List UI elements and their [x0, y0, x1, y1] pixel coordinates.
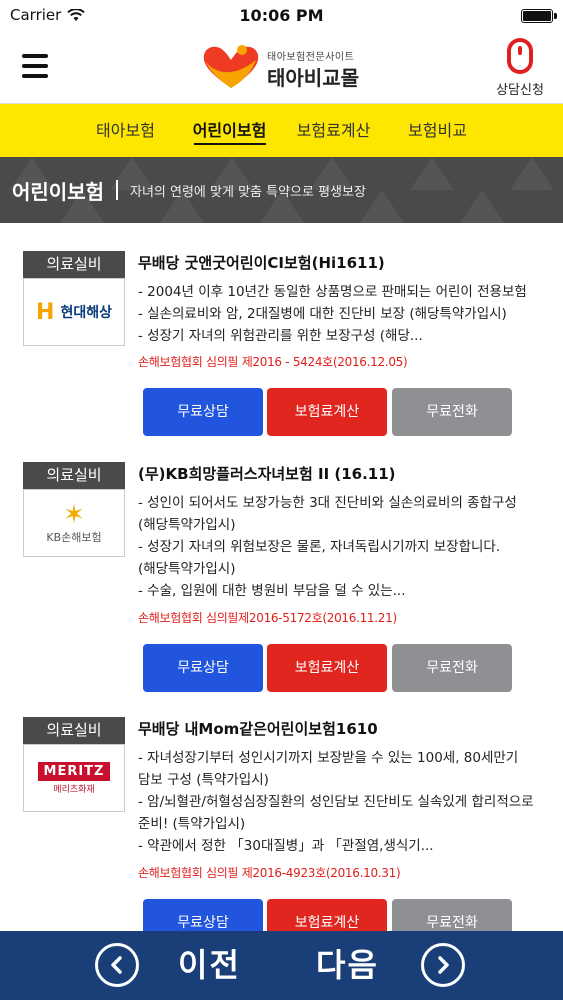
- status-bar: Carrier 10:06 PM: [0, 0, 563, 30]
- free-call-button[interactable]: 무료전화: [392, 644, 512, 692]
- chevron-right-icon: [438, 956, 449, 974]
- insurer-subname: 메리츠화재: [53, 784, 95, 795]
- free-consult-button[interactable]: 무료상담: [143, 644, 263, 692]
- carrier-label: Carrier: [10, 6, 62, 24]
- description-line: - 성장기 자녀의 위험관리를 위한 보장구성 (해당...: [138, 328, 423, 344]
- product-title[interactable]: 무배당 굿앤굿어린이CI보험(Hi1611): [138, 252, 385, 273]
- section-title: 어린이보험: [12, 179, 104, 204]
- mouse-icon: [507, 38, 533, 74]
- description-line: - 실손의료비와 암, 2대질병에 대한 진단비 보장 (해당특약가입시): [138, 306, 507, 322]
- free-consult-button[interactable]: 무료상담: [143, 388, 263, 436]
- bottom-navigation: 이전 다음: [0, 931, 563, 1000]
- category-badge: 의료실비: [23, 717, 125, 744]
- tab-fetal-insurance[interactable]: 태아보험: [74, 104, 178, 157]
- wifi-icon: [67, 8, 86, 21]
- category-badge: 의료실비: [23, 251, 125, 278]
- product-description: - 성인이 되어서도 보장가능한 3대 진단비와 실손의료비의 종합구성 (해당…: [138, 492, 543, 602]
- carrier-info: Carrier: [10, 6, 86, 24]
- category-badge: 의료실비: [23, 462, 125, 489]
- divider: [116, 180, 118, 200]
- product-title[interactable]: 무배당 내Mom같은어린이보험1610: [138, 718, 378, 739]
- review-number: 손해보험협회 심의필 제2016-4923호(2016.10.31): [138, 866, 401, 880]
- insurer-logo: ✶ KB손해보험: [23, 489, 125, 557]
- tab-child-insurance[interactable]: 어린이보험: [178, 104, 282, 157]
- category-tabs: 태아보험 어린이보험 보험료계산 보험비교: [0, 104, 563, 157]
- insurer-logo: H 현대해상: [23, 278, 125, 346]
- insurer-name: 현대해상: [60, 305, 112, 321]
- consult-request-label: 상담신청: [496, 83, 544, 98]
- kb-star-icon: ✶: [63, 500, 85, 530]
- consult-request-button[interactable]: 상담신청: [491, 38, 549, 100]
- tab-compare[interactable]: 보험비교: [386, 104, 490, 157]
- chevron-left-icon: [111, 956, 122, 974]
- next-button[interactable]: [421, 943, 465, 987]
- product-description: - 2004년 이후 10년간 동일한 상품명으로 판매되는 어린이 전용보험 …: [138, 281, 543, 347]
- product-description: - 자녀성장기부터 성인시기까지 보장받을 수 있는 100세, 80세만기 담…: [138, 747, 543, 857]
- premium-calc-button[interactable]: 보험료계산: [267, 388, 387, 436]
- tab-premium-calc[interactable]: 보험료계산: [282, 104, 386, 157]
- section-description: 자녀의 연령에 맞게 맞춤 특약으로 평생보장: [130, 184, 366, 200]
- site-logo[interactable]: 태아보험전문사이트 태아비교몰: [200, 42, 370, 94]
- prev-button[interactable]: [95, 943, 139, 987]
- description-line: - 성인이 되어서도 보장가능한 3대 진단비와 실손의료비의 종합구성 (해당…: [138, 495, 517, 533]
- insurer-logo: MERITZ 메리츠화재: [23, 744, 125, 812]
- logo-title: 태아비교몰: [267, 66, 359, 90]
- review-number: 손해보험협회 심의필 제2016 - 5424호(2016.12.05): [138, 355, 408, 369]
- premium-calc-button[interactable]: 보험료계산: [267, 644, 387, 692]
- review-number: 손해보험협회 심의필제2016-5172호(2016.11.21): [138, 611, 397, 625]
- product-title[interactable]: (무)KB희망플러스자녀보험 II (16.11): [138, 463, 396, 484]
- section-banner: 어린이보험 자녀의 연령에 맞게 맞춤 특약으로 평생보장: [0, 157, 563, 223]
- insurer-name: KB손해보험: [46, 531, 102, 544]
- description-line: - 자녀성장기부터 성인시기까지 보장받을 수 있는 100세, 80세만기 담…: [138, 750, 519, 788]
- next-label[interactable]: 다음: [316, 943, 379, 987]
- description-line: - 성장기 자녀의 위험보장은 물론, 자녀독립시기까지 보장합니다. (해당특…: [138, 539, 501, 577]
- logo-subtitle: 태아보험전문사이트: [267, 52, 355, 63]
- description-line: - 수술, 입원에 대한 병원비 부담을 덜 수 있는...: [138, 583, 406, 599]
- description-line: - 약관에서 정한 「30대질병」과 「관절염,생식기...: [138, 838, 434, 854]
- heart-logo-icon: [203, 45, 259, 88]
- app-header: 태아보험전문사이트 태아비교몰 상담신청: [0, 30, 563, 104]
- insurer-name: MERITZ: [38, 761, 110, 781]
- hyundai-h-icon: H: [36, 299, 55, 325]
- prev-label[interactable]: 이전: [178, 943, 241, 987]
- hamburger-icon[interactable]: [22, 54, 48, 78]
- description-line: - 2004년 이후 10년간 동일한 상품명으로 판매되는 어린이 전용보험: [138, 284, 527, 300]
- free-call-button[interactable]: 무료전화: [392, 388, 512, 436]
- description-line: - 암/뇌혈관/허혈성심장질환의 성인담보 진단비도 실속있게 합리적으로 준비…: [138, 794, 534, 832]
- battery-icon: [521, 9, 557, 23]
